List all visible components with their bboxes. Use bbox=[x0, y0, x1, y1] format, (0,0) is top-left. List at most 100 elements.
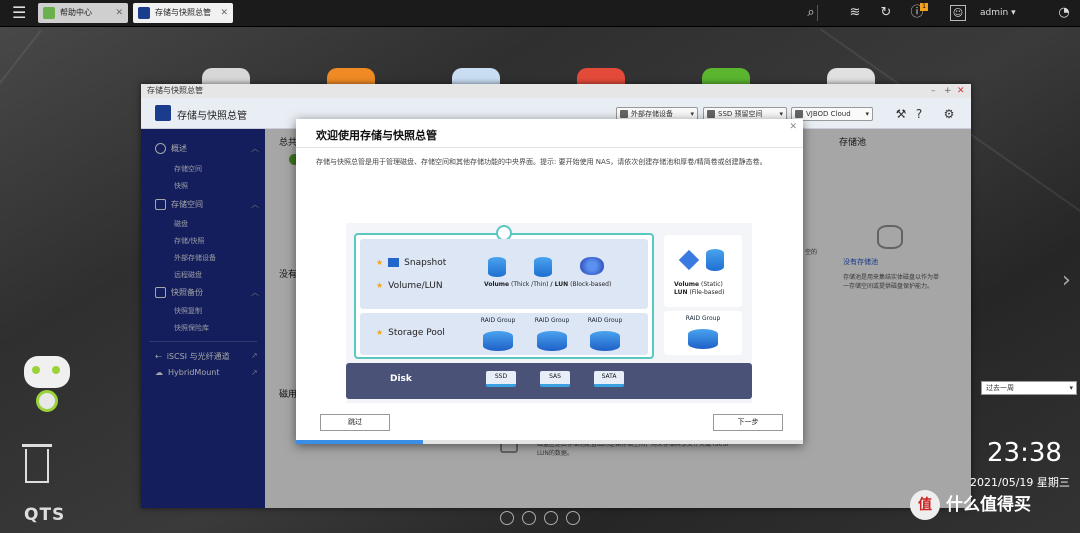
ssd-chip: SSD bbox=[486, 371, 516, 387]
sata-chip: SATA bbox=[594, 371, 624, 387]
snapshot-label: ★ Snapshot bbox=[376, 258, 446, 268]
caption-bold: Volume bbox=[674, 281, 700, 288]
raid-group: RAID Group bbox=[534, 317, 570, 353]
watermark-logo: 值 bbox=[910, 490, 940, 520]
robot-eye bbox=[52, 366, 60, 374]
raid-cylinder-icon bbox=[688, 329, 718, 349]
lun-block-icon bbox=[580, 257, 604, 275]
robot-body bbox=[36, 390, 58, 412]
volume-thick-icon bbox=[488, 257, 506, 277]
sync-icon[interactable]: ↻ bbox=[877, 5, 895, 21]
welcome-dialog: 欢迎使用存储与快照总管 ✕ 存储与快照总管是用于管理磁盘、存储空间和其他存储功能… bbox=[296, 119, 803, 444]
snapshot-icon bbox=[388, 258, 400, 267]
tab-storage[interactable]: 存储与快照总管 ✕ bbox=[133, 3, 233, 23]
disk-label: Disk bbox=[390, 374, 412, 384]
help-icon bbox=[43, 7, 55, 19]
select-value: 过去一周 bbox=[986, 384, 1014, 392]
volume-thin-icon bbox=[534, 257, 552, 277]
volume-lun-label: ★ Volume/LUN bbox=[376, 281, 443, 291]
star-icon: ★ bbox=[376, 258, 384, 267]
caption-bold: Volume bbox=[484, 281, 510, 288]
skip-button[interactable]: 跳过 bbox=[320, 414, 390, 431]
qts-logo: QTS bbox=[24, 505, 66, 525]
raid-cylinder-icon bbox=[483, 331, 513, 351]
divider bbox=[296, 147, 803, 148]
dock-icon[interactable] bbox=[544, 511, 558, 525]
app-name: 存储与快照总管 bbox=[177, 111, 247, 122]
cloud-icon bbox=[795, 110, 803, 118]
caption-bold: LUN bbox=[674, 289, 688, 296]
snapshot-text: Snapshot bbox=[404, 258, 447, 268]
storage-architecture-diagram: ★ Snapshot ★ Volume/LUN Volume (Thick /Thi… bbox=[346, 223, 752, 403]
volume-lun-text: Volume/LUN bbox=[388, 281, 443, 291]
dock-icon[interactable] bbox=[566, 511, 580, 525]
chevron-down-icon: ▾ bbox=[1069, 384, 1073, 392]
user-menu[interactable]: admin ▾ bbox=[980, 8, 1016, 18]
raid-cylinder-icon bbox=[537, 331, 567, 351]
minimize-button[interactable]: – bbox=[931, 85, 936, 97]
ssd-icon bbox=[707, 110, 715, 118]
disk-row: Disk SSD SAS SATA bbox=[346, 363, 752, 399]
dialog-title: 欢迎使用存储与快照总管 bbox=[316, 129, 437, 142]
raid-group: RAID Group bbox=[480, 317, 516, 353]
notification-badge: 1 bbox=[920, 3, 928, 11]
external-storage-icon bbox=[620, 110, 628, 118]
caption-normal: (Block-based) bbox=[570, 281, 612, 288]
caption-normal: (Thick /Thin) bbox=[511, 281, 549, 288]
sas-chip: SAS bbox=[540, 371, 570, 387]
lun-file-icon bbox=[706, 249, 724, 271]
dock bbox=[500, 511, 582, 525]
robot-mascot[interactable] bbox=[18, 356, 76, 420]
user-icon[interactable]: ☺ bbox=[950, 5, 966, 21]
next-button[interactable]: 下一步 bbox=[713, 414, 783, 431]
vjbod-cloud-dropdown[interactable]: VJBOD Cloud ▾ bbox=[791, 107, 873, 121]
dropdown-label: VJBOD Cloud bbox=[806, 110, 851, 118]
username: admin bbox=[980, 8, 1009, 18]
next-page-arrow[interactable]: › bbox=[1062, 268, 1071, 293]
clock-time: 23:38 bbox=[987, 438, 1062, 468]
tab-label: 帮助中心 bbox=[60, 8, 92, 17]
raid-group: RAID Group bbox=[587, 317, 623, 353]
close-icon[interactable]: ✕ bbox=[789, 122, 797, 132]
settings-icon[interactable]: ⚙ bbox=[941, 106, 957, 122]
tab-help-center[interactable]: 帮助中心 ✕ bbox=[38, 3, 128, 23]
watermark-text: 什么值得买 bbox=[946, 495, 1031, 515]
trash-icon[interactable] bbox=[20, 444, 54, 484]
divider bbox=[817, 5, 818, 21]
robot-head bbox=[24, 356, 70, 388]
raid-label: RAID Group bbox=[480, 317, 516, 324]
tools-icon[interactable]: ⚒ bbox=[893, 106, 909, 122]
robot-eye bbox=[32, 366, 40, 374]
dashboard-icon[interactable]: ◔ bbox=[1055, 5, 1073, 21]
raid-label: RAID Group bbox=[587, 317, 623, 324]
caption-normal: (Static) bbox=[701, 281, 723, 288]
static-raid-box: RAID Group bbox=[664, 311, 742, 355]
caption-normal: (File-based) bbox=[689, 289, 725, 296]
storage-icon bbox=[138, 7, 150, 19]
menu-icon[interactable]: ☰ bbox=[12, 5, 32, 21]
tab-label: 存储与快照总管 bbox=[155, 8, 211, 17]
maximize-button[interactable]: + bbox=[944, 85, 952, 97]
storage-app-icon bbox=[155, 105, 171, 121]
close-icon[interactable]: ✕ bbox=[220, 3, 228, 23]
tasks-icon[interactable]: ≋ bbox=[846, 5, 864, 21]
static-volume-box: Volume (Static) LUN (File-based) bbox=[664, 235, 742, 307]
storage-pool-text: Storage Pool bbox=[388, 328, 445, 338]
raid-cylinder-icon bbox=[590, 331, 620, 351]
dock-icon[interactable] bbox=[500, 511, 514, 525]
window-title: 存储与快照总管 bbox=[141, 84, 971, 98]
window-title-text: 存储与快照总管 bbox=[147, 86, 203, 95]
wizard-progress bbox=[296, 440, 803, 444]
close-window-button[interactable]: ✕ bbox=[957, 85, 965, 97]
dock-icon[interactable] bbox=[522, 511, 536, 525]
raid-label: RAID Group bbox=[685, 315, 721, 322]
close-icon[interactable]: ✕ bbox=[115, 3, 123, 23]
chevron-down-icon: ▾ bbox=[865, 110, 869, 118]
raid-label: RAID Group bbox=[534, 317, 570, 324]
volume-lun-caption: Volume (Thick /Thin) / LUN (Block-based) bbox=[484, 281, 611, 288]
watermark: 值什么值得买 bbox=[910, 490, 1031, 520]
help-icon[interactable]: ? bbox=[911, 106, 927, 122]
trash-body bbox=[25, 449, 49, 483]
time-range-select[interactable]: 过去一周 ▾ bbox=[981, 381, 1077, 395]
dropdown-label: 外部存储设备 bbox=[631, 110, 673, 118]
